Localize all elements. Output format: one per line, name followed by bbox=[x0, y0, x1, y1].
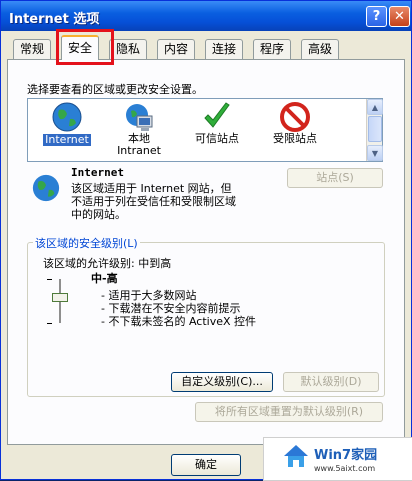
zone-restricted-sites-label: 受限站点 bbox=[273, 132, 317, 145]
help-button[interactable]: ? bbox=[366, 6, 387, 27]
no-entry-icon bbox=[280, 102, 310, 132]
zone-trusted-sites-label: 可信站点 bbox=[195, 132, 239, 145]
allowed-levels-text: 该区域的允许级别: 中到高 bbox=[43, 257, 172, 270]
window-title: Internet 选项 bbox=[9, 12, 100, 27]
tab-connections[interactable]: 连接 bbox=[205, 39, 244, 59]
watermark: Win7家园 www.5aixt.com bbox=[263, 437, 412, 481]
security-level-slider[interactable] bbox=[47, 277, 73, 325]
security-level-name: 中-高 bbox=[91, 272, 118, 285]
reset-all-zones-button[interactable]: 将所有区域重置为默认级别(R) bbox=[195, 402, 383, 422]
default-level-button[interactable]: 默认级别(D) bbox=[283, 372, 379, 392]
tab-general[interactable]: 常规 bbox=[13, 39, 52, 59]
tab-programs[interactable]: 程序 bbox=[253, 39, 292, 59]
scroll-thumb[interactable] bbox=[368, 116, 382, 142]
globe-icon bbox=[52, 102, 82, 132]
slider-thumb[interactable] bbox=[52, 293, 68, 302]
ok-button[interactable]: 确定 bbox=[171, 454, 241, 476]
internet-options-window: Internet 选项 ? ✕ 常规 安全 隐私 内容 连接 程序 高级 选择要… bbox=[0, 0, 412, 481]
tab-privacy[interactable]: 隐私 bbox=[109, 39, 148, 59]
zone-local-intranet[interactable]: 本地 Intranet bbox=[104, 101, 174, 157]
zone-info-globe-icon bbox=[32, 174, 60, 202]
title-bar[interactable]: Internet 选项 ? ✕ bbox=[1, 1, 411, 31]
sites-button[interactable]: 站点(S) bbox=[287, 168, 383, 188]
zone-info-title: Internet bbox=[71, 166, 124, 179]
tab-advanced[interactable]: 高级 bbox=[301, 39, 340, 59]
slider-tick bbox=[47, 279, 52, 280]
zone-internet-label: Internet bbox=[43, 133, 91, 146]
watermark-brand: Win7家园 bbox=[314, 448, 378, 463]
watermark-url: www.5aixt.com bbox=[314, 464, 376, 473]
close-button[interactable]: ✕ bbox=[389, 6, 410, 27]
zone-trusted-sites[interactable]: 可信站点 bbox=[182, 101, 252, 145]
checkmark-icon bbox=[204, 102, 230, 128]
house-logo-icon bbox=[284, 445, 308, 467]
zone-list-scrollbar[interactable]: ▲ ▼ bbox=[366, 99, 383, 161]
tab-content[interactable]: 内容 bbox=[157, 39, 196, 59]
scroll-down-icon[interactable]: ▼ bbox=[367, 145, 383, 161]
security-level-group-label: 该区域的安全级别(L) bbox=[33, 235, 140, 251]
scroll-up-icon[interactable]: ▲ bbox=[367, 99, 383, 115]
zone-restricted-sites[interactable]: 受限站点 bbox=[260, 101, 330, 145]
custom-level-button[interactable]: 自定义级别(C)... bbox=[171, 372, 273, 392]
slider-tick bbox=[47, 323, 52, 324]
zone-info-line3: 中的网站。 bbox=[71, 208, 126, 221]
computer-icon bbox=[126, 104, 153, 131]
zone-local-intranet-label-line2: Intranet bbox=[117, 144, 161, 157]
security-tab-highlight bbox=[56, 29, 114, 65]
zone-internet[interactable]: Internet bbox=[32, 101, 102, 146]
select-zone-label: 选择要查看的区域或更改安全设置。 bbox=[27, 83, 203, 96]
zone-list[interactable]: Internet 本地 Intranet 可信站点 受限站点 ▲ ▼ bbox=[27, 98, 383, 162]
security-level-point-3: - 不下载未签名的 ActiveX 控件 bbox=[101, 315, 257, 328]
